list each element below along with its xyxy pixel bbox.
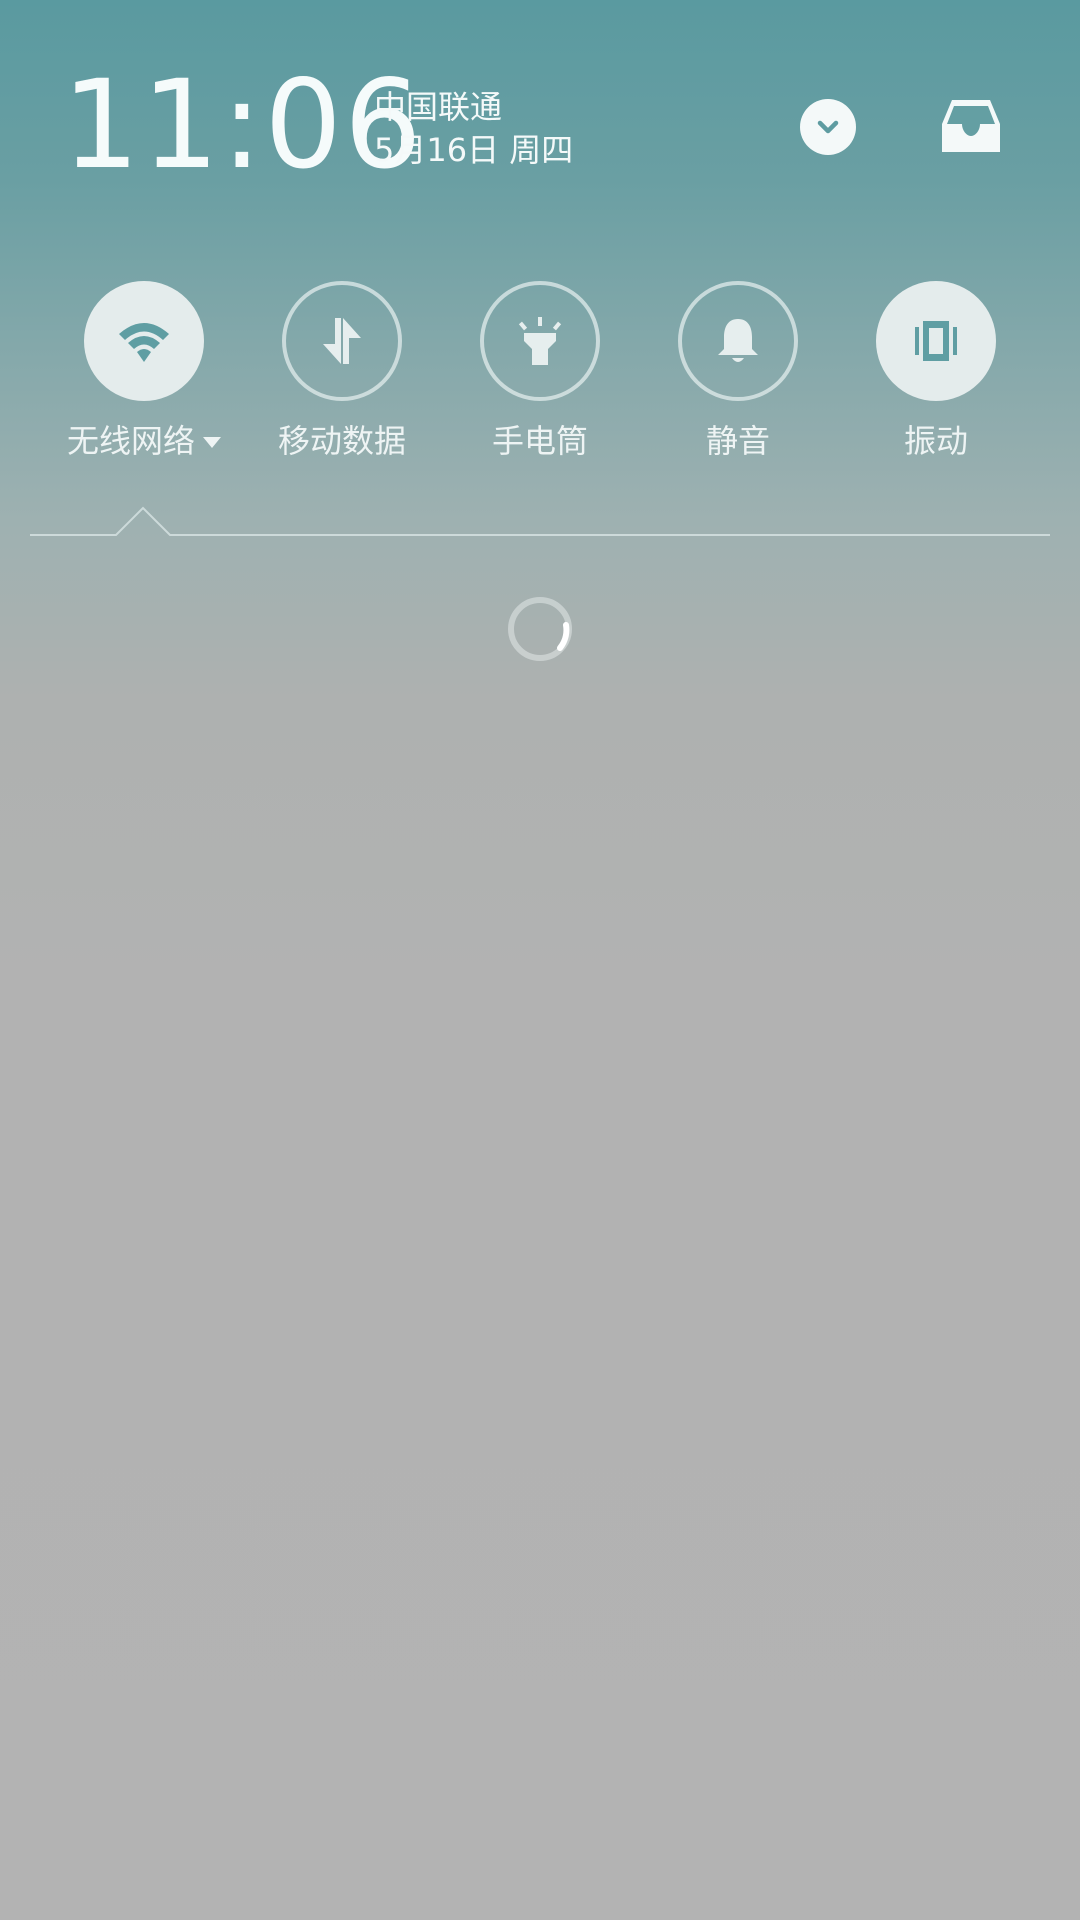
vibrate-toggle[interactable] xyxy=(876,281,996,401)
date-label: 5月16日 周四 xyxy=(374,131,574,169)
vibrate-icon xyxy=(915,321,957,361)
wifi-icon xyxy=(119,323,169,362)
carrier-date-block: 中国联通 5月16日 周四 xyxy=(374,86,573,172)
chevron-down-icon xyxy=(817,120,839,134)
inbox-tray-icon xyxy=(942,100,1000,152)
silent-toggle[interactable] xyxy=(678,281,798,401)
mobile-data-label: 移动数据 xyxy=(277,422,406,460)
flashlight-icon xyxy=(518,317,562,365)
carrier-name: 中国联通 xyxy=(374,88,503,126)
loading-spinner-icon xyxy=(508,597,572,661)
dropdown-caret-icon[interactable] xyxy=(203,437,221,448)
wifi-toggle-label-wrap[interactable]: 无线网络 xyxy=(54,418,234,464)
bell-icon xyxy=(718,319,758,362)
mobile-data-arrows-icon xyxy=(323,318,361,364)
mobile-data-toggle[interactable] xyxy=(282,281,402,401)
notification-inbox-button[interactable] xyxy=(938,96,1004,156)
wifi-toggle[interactable] xyxy=(84,281,204,401)
vibrate-label: 振动 xyxy=(903,422,968,460)
wifi-toggle-label: 无线网络 xyxy=(66,422,195,460)
flashlight-label: 手电筒 xyxy=(491,422,588,460)
panel-divider xyxy=(30,506,1050,536)
clock-time: 11:06 xyxy=(62,54,424,196)
silent-label: 静音 xyxy=(705,422,770,460)
collapse-panel-button[interactable] xyxy=(800,99,856,155)
flashlight-toggle[interactable] xyxy=(480,281,600,401)
